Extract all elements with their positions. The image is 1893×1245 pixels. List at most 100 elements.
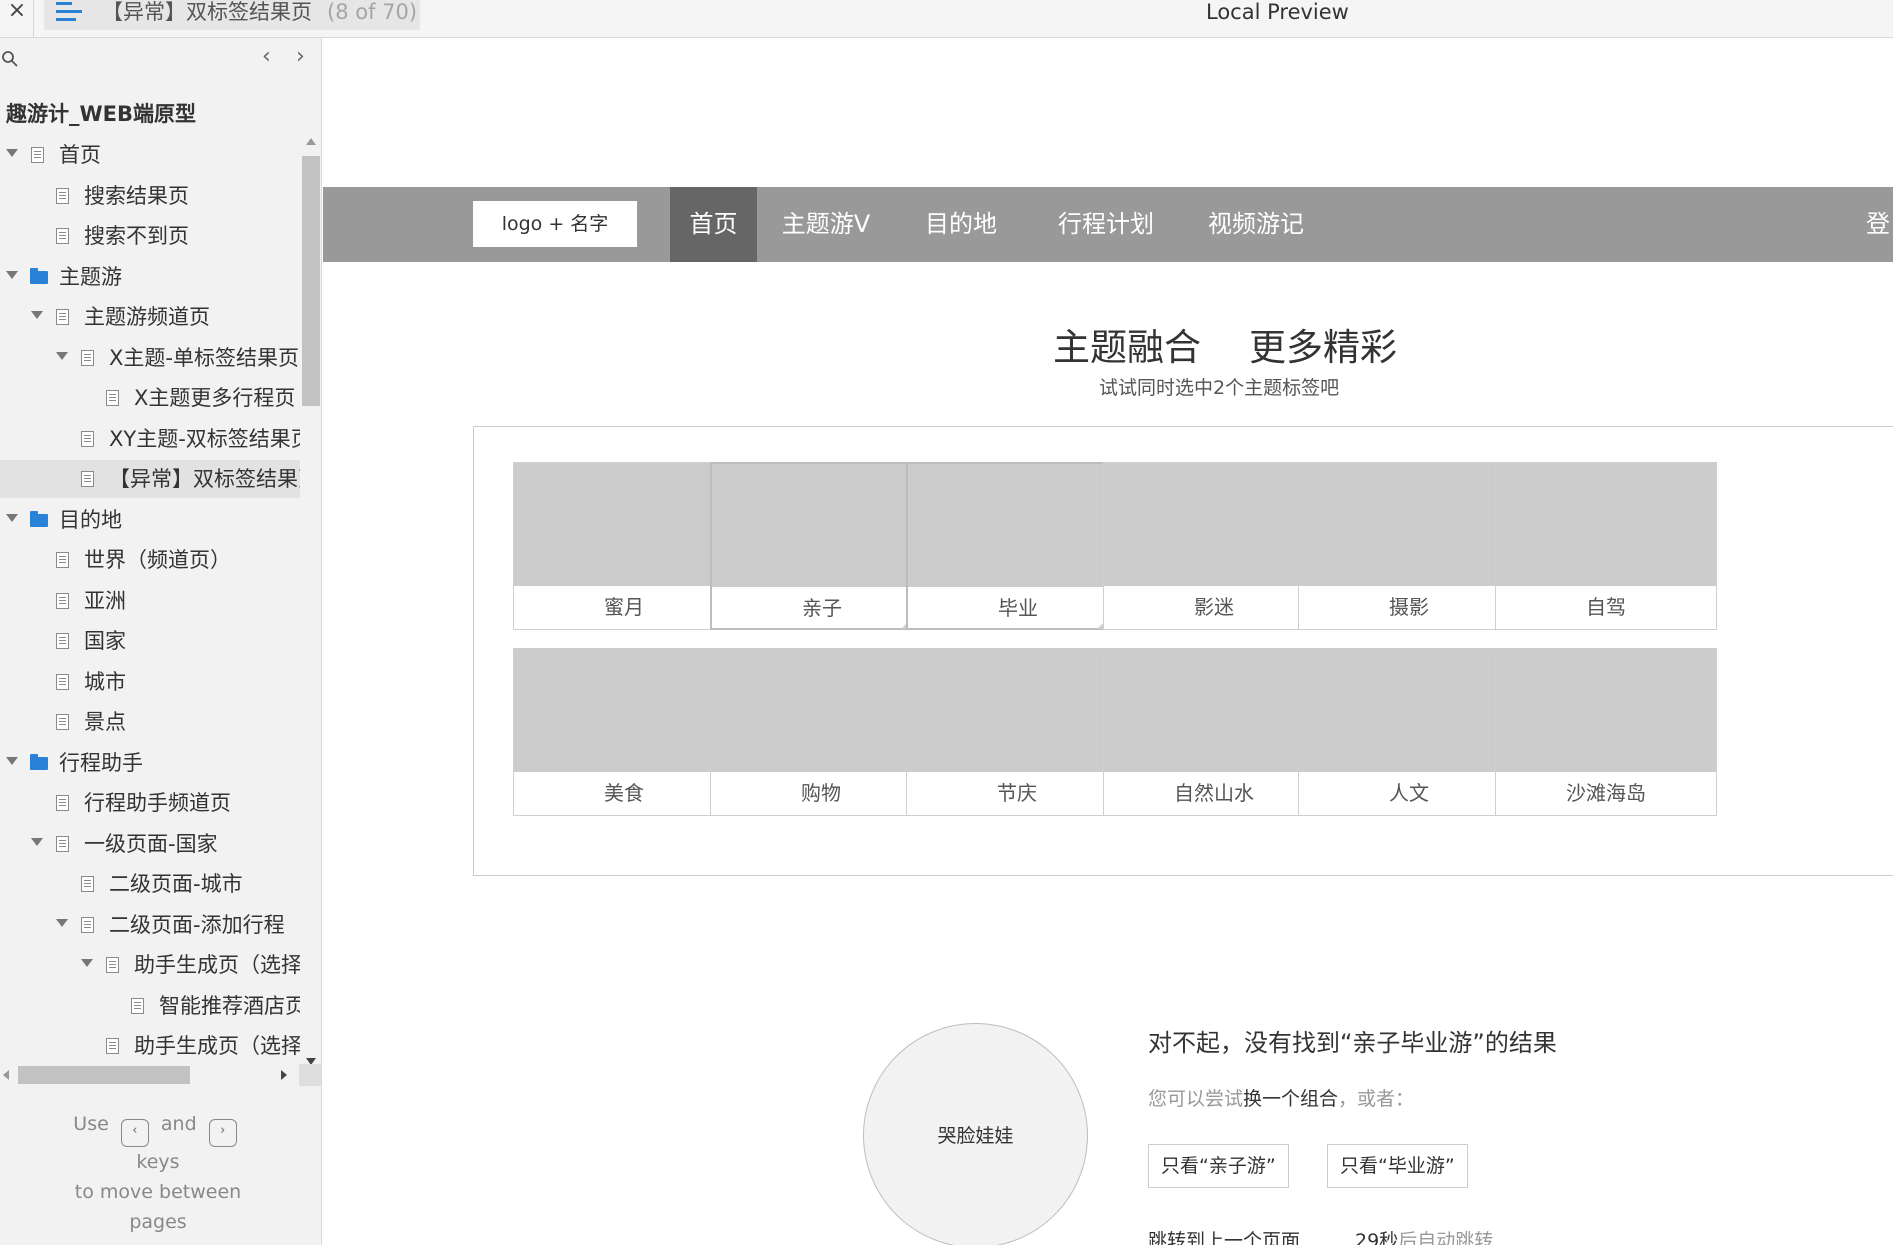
page-icon — [56, 309, 69, 325]
hamburger-menu-icon[interactable] — [56, 2, 82, 24]
scroll-right-arrow-icon[interactable] — [281, 1070, 287, 1080]
close-icon[interactable]: × — [4, 0, 30, 24]
theme-tag-tile[interactable]: 沙滩海岛 — [1495, 648, 1717, 816]
tree-item-label: 景点 — [84, 710, 126, 734]
theme-tag-tile[interactable]: 自驾 — [1495, 462, 1717, 630]
page-icon — [81, 349, 94, 366]
tree-item-label: 首页 — [59, 143, 101, 167]
theme-tag-tile[interactable]: 自然山水 — [1103, 648, 1325, 816]
tag-image-placeholder — [712, 464, 932, 587]
tree-item[interactable]: 主题游 — [0, 258, 300, 296]
tag-image-placeholder — [1299, 649, 1519, 772]
tree-item[interactable]: 世界（频道页） — [0, 541, 300, 579]
expand-toggle-icon[interactable] — [6, 756, 18, 765]
page-icon — [31, 147, 44, 163]
hint-to-move: to move between — [74, 1181, 242, 1203]
tree-item[interactable]: 行程助手 — [0, 744, 300, 782]
tag-label: 购物 — [801, 781, 841, 805]
scroll-left-arrow-icon[interactable] — [3, 1070, 9, 1080]
tree-item[interactable]: 助手生成页（选择 — [0, 946, 300, 984]
scrollbar-thumb[interactable] — [302, 156, 320, 406]
expand-toggle-icon[interactable] — [6, 513, 18, 522]
prev-page-icon[interactable]: ‹ — [262, 46, 271, 68]
suggestion-suffix: ，或者： — [1338, 1088, 1415, 1110]
expand-toggle-icon[interactable] — [6, 270, 18, 279]
tree-item[interactable]: X主题更多行程页 — [0, 379, 300, 417]
theme-tag-tile[interactable]: 购物 — [710, 648, 932, 816]
tree-item-label: 主题游频道页 — [84, 305, 210, 329]
nav-item-destination[interactable]: 目的地 — [911, 187, 1011, 262]
scroll-up-arrow-icon[interactable] — [306, 138, 316, 145]
tree-item[interactable]: 亚洲 — [0, 582, 300, 620]
theme-tag-tile[interactable]: 毕业 — [906, 462, 1128, 630]
page-icon — [81, 471, 94, 487]
tree-item[interactable]: XY主题-双标签结果页 — [0, 420, 300, 458]
theme-tag-tile[interactable]: 节庆 — [906, 648, 1128, 816]
theme-tag-tile[interactable]: 影迷 — [1103, 462, 1325, 630]
theme-tag-tile[interactable]: 美食 — [513, 648, 735, 816]
change-combination-link[interactable]: 换一个组合 — [1243, 1088, 1338, 1110]
nav-item-theme-tour[interactable]: 主题游V — [771, 187, 881, 262]
tree-item[interactable]: 行程助手频道页 — [0, 784, 300, 822]
page-icon — [131, 997, 144, 1014]
expand-toggle-icon[interactable] — [31, 311, 43, 319]
tag-image-placeholder — [1496, 649, 1716, 772]
nav-item-video-travelogue[interactable]: 视频游记 — [1191, 187, 1321, 262]
tree-item[interactable]: 首页 — [0, 136, 300, 174]
tag-image-placeholder — [514, 463, 734, 586]
nav-item-home[interactable]: 首页 — [670, 187, 757, 262]
tree-item[interactable]: 【异常】双标签结果页 — [0, 460, 300, 498]
tree-item[interactable]: 国家 — [0, 622, 300, 660]
hint-keys: keys — [136, 1151, 180, 1173]
search-icon[interactable] — [0, 49, 20, 69]
tree-item[interactable]: 智能推荐酒店页 — [0, 987, 300, 1025]
tree-item[interactable]: 搜索结果页 — [0, 177, 300, 215]
tree-item-label: 行程助手频道页 — [84, 791, 231, 815]
tree-item[interactable]: 目的地 — [0, 501, 300, 539]
nav-item-itinerary[interactable]: 行程计划 — [1041, 187, 1171, 262]
theme-tag-tile[interactable]: 亲子 — [710, 462, 932, 630]
page-icon — [56, 633, 69, 649]
theme-tag-tile[interactable]: 摄影 — [1298, 462, 1520, 630]
tree-item-label: 智能推荐酒店页 — [159, 993, 300, 1018]
sidebar-vertical-scrollbar[interactable] — [300, 136, 321, 1074]
expand-toggle-icon[interactable] — [56, 351, 68, 360]
only-family-button[interactable]: 只看“亲子游” — [1148, 1144, 1289, 1188]
jump-back-link[interactable]: 跳转到上一个页面 — [1148, 1226, 1300, 1245]
expand-toggle-icon[interactable] — [31, 837, 43, 846]
tree-item[interactable]: 城市 — [0, 663, 300, 701]
site-logo[interactable]: logo + 名字 — [473, 201, 637, 247]
tree-item[interactable]: 二级页面-添加行程 — [0, 906, 300, 944]
tree-item[interactable]: 景点 — [0, 703, 300, 741]
expand-toggle-icon[interactable] — [56, 918, 68, 927]
tree-item[interactable]: 主题游频道页 — [0, 298, 300, 336]
next-page-icon[interactable]: › — [296, 46, 305, 68]
tree-item[interactable]: X主题-单标签结果页 — [0, 339, 300, 377]
theme-tag-tile[interactable]: 人文 — [1298, 648, 1520, 816]
nav-item-login[interactable]: 登 — [1866, 187, 1893, 262]
sidebar-horizontal-scrollbar[interactable] — [0, 1064, 321, 1086]
folder-icon — [30, 267, 48, 284]
tag-label: 摄影 — [1389, 595, 1429, 619]
tag-image-placeholder — [1104, 649, 1324, 772]
theme-tag-tile[interactable]: 蜜月 — [513, 462, 735, 630]
hint-pages: pages — [129, 1211, 187, 1233]
scrollbar-thumb[interactable] — [18, 1066, 190, 1084]
hero-title: 主题融合 更多精彩 — [1053, 317, 1397, 371]
crying-doll-image: 哭脸娃娃 — [863, 1023, 1088, 1245]
tree-item[interactable]: 一级页面-国家 — [0, 825, 300, 863]
tree-item[interactable]: 助手生成页（选择 — [0, 1027, 300, 1065]
tree-item[interactable]: 搜索不到页 — [0, 217, 300, 255]
tree-item[interactable]: 二级页面-城市 — [0, 865, 300, 903]
tag-label: 蜜月 — [604, 595, 644, 619]
page-tab[interactable]: 【异常】双标签结果页 (8 of 70) — [44, 0, 420, 30]
expand-toggle-icon[interactable] — [6, 149, 18, 157]
page-icon — [81, 916, 94, 933]
tree-item-label: 【异常】双标签结果页 — [109, 467, 300, 491]
theme-tag-grid: 蜜月 亲子 毕业 影迷 摄影 自驾美食 购物 节庆 自然山水 人文 沙滩海岛 — [473, 426, 1893, 876]
folder-icon — [30, 753, 48, 770]
only-graduation-button[interactable]: 只看“毕业游” — [1327, 1144, 1468, 1188]
expand-toggle-icon[interactable] — [81, 959, 93, 967]
hero-subtitle: 试试同时选中2个主题标签吧 — [1099, 377, 1340, 399]
page-icon — [56, 795, 69, 811]
